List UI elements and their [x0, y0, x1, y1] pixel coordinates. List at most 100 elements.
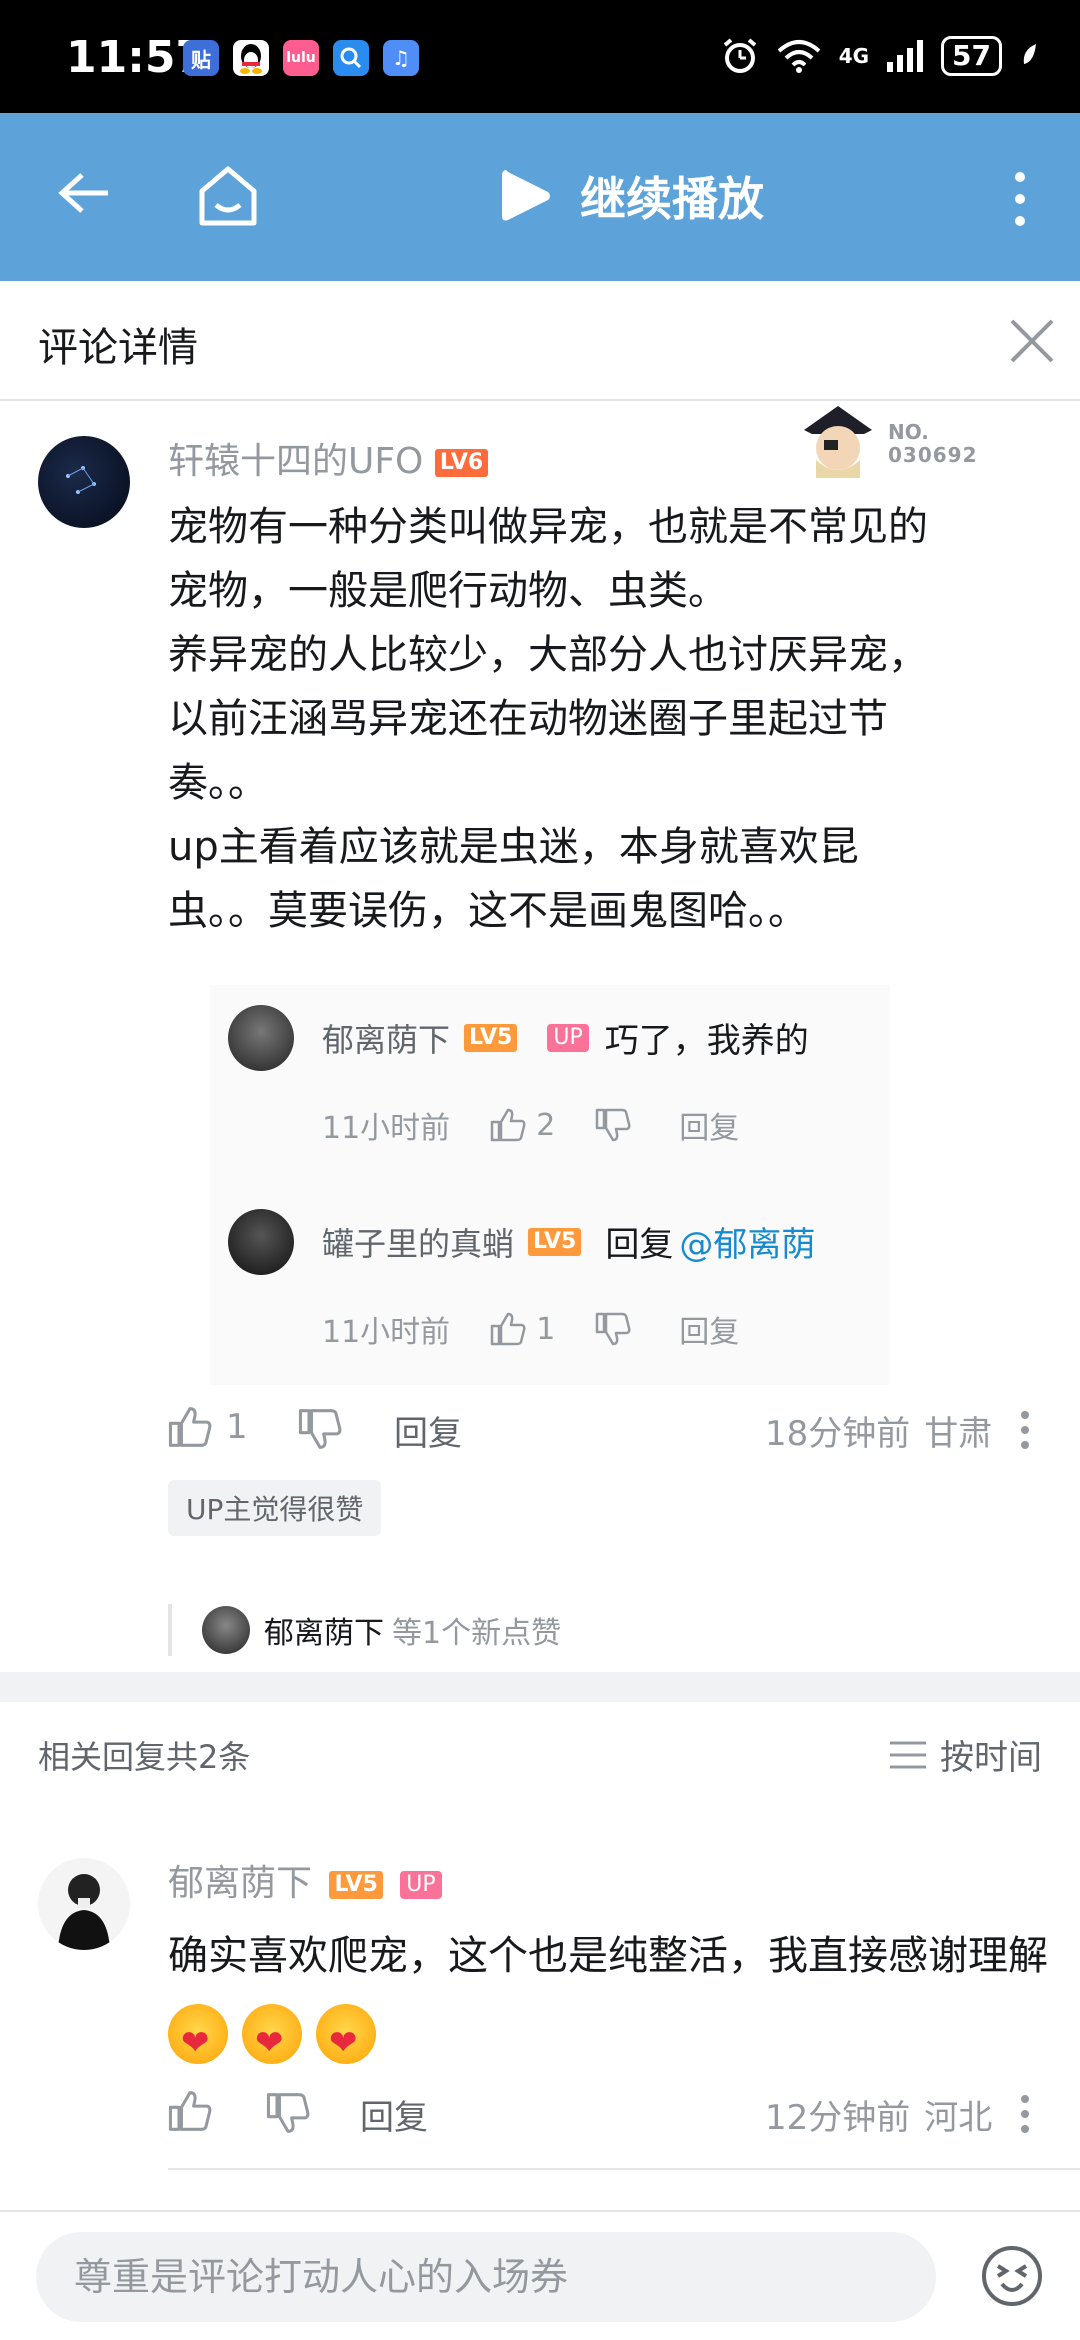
related-replies-bar: 相关回复共2条 按时间	[0, 1702, 1080, 1802]
avatar	[202, 1606, 250, 1654]
reply-author[interactable]: 郁离荫下 LV5 UP	[168, 1854, 442, 1906]
page-title: 评论详情	[38, 325, 198, 371]
level-badge: LV5	[329, 1871, 383, 1899]
up-tag: UP	[400, 1871, 442, 1899]
avatar	[228, 1005, 294, 1071]
sort-button[interactable]: 按时间	[890, 1730, 1042, 1779]
reply-button[interactable]: 回复	[360, 2090, 428, 2139]
music-app-icon: ♫	[383, 40, 419, 76]
hug-emoji-icon	[316, 2004, 376, 2064]
divider	[168, 2168, 1080, 2170]
fan-badge: NO. 030692	[800, 400, 1000, 478]
continue-play-button[interactable]: 继续播放	[500, 163, 764, 229]
username: 郁离荫下	[168, 1863, 313, 1904]
image-reply-time: 11小时前	[322, 1315, 451, 1350]
image-reply-action: 回复	[679, 1111, 740, 1146]
comment-input[interactable]: 尊重是评论打动人心的入场券	[36, 2232, 936, 2322]
image-reply-meta: 11小时前 1 回复	[322, 1307, 739, 1351]
comment-more-icon[interactable]	[1020, 1410, 1030, 1450]
image-reply-likes: 1	[536, 1311, 556, 1347]
sort-label: 按时间	[940, 1738, 1042, 1778]
qq-icon	[233, 40, 269, 76]
video-top-bar: 继续播放	[0, 113, 1080, 281]
image-reply-likes: 2	[536, 1107, 556, 1143]
hug-emoji-icon	[168, 2004, 228, 2064]
level-badge: LV5	[464, 1023, 518, 1052]
home-icon[interactable]	[196, 165, 260, 231]
comment-detail-header: 评论详情	[0, 281, 1080, 401]
list-icon	[890, 1741, 926, 1768]
fan-badge-character-icon	[804, 406, 872, 478]
image-reply-action: 回复	[679, 1315, 740, 1350]
comment-image[interactable]: 郁离荫下 LV5 UP 巧了，我养的 11小时前 2 回复 罐子里的真蛸 LV5…	[210, 985, 890, 1385]
comment-location: 甘肃	[924, 1414, 993, 1454]
more-menu-icon[interactable]	[1012, 171, 1028, 231]
image-reply-username: 罐子里的真蛸	[322, 1224, 515, 1263]
close-icon[interactable]	[1008, 317, 1056, 369]
related-count: 相关回复共2条	[38, 1738, 251, 1776]
thumb-up-icon	[490, 1312, 526, 1346]
fan-badge-label: NO.	[888, 420, 929, 444]
status-bar: 11:57 贴 lulu ♫ 4G 57	[0, 0, 1080, 113]
like-button[interactable]: 1	[168, 1406, 248, 1448]
image-reply-prefix: 回复	[605, 1225, 674, 1265]
thumb-up-icon	[168, 1407, 212, 1447]
leaf-icon	[1023, 44, 1036, 64]
search-app-icon	[333, 40, 369, 76]
network-type: 4G	[838, 44, 870, 68]
dislike-button[interactable]	[298, 1408, 342, 1450]
mention: @郁离荫	[679, 1225, 816, 1265]
section-divider	[0, 1672, 1080, 1702]
signal-icon	[887, 40, 924, 72]
thumb-down-icon	[266, 2093, 310, 2133]
status-app-icons: 贴 lulu ♫	[183, 40, 419, 76]
comment-author[interactable]: 轩辕十四的UFO LV6	[168, 432, 489, 484]
like-button[interactable]	[168, 2090, 212, 2132]
image-reply-username: 郁离荫下	[322, 1020, 451, 1059]
thumb-down-icon	[596, 1312, 631, 1346]
thumb-down-icon	[596, 1108, 631, 1142]
new-like-notice[interactable]: 郁离荫下 等1个新点赞	[168, 1604, 561, 1656]
app-icon: lulu	[283, 40, 319, 76]
continue-play-label: 继续播放	[580, 172, 764, 226]
image-reply-2: 罐子里的真蛸 LV5 回复 @郁离荫	[322, 1217, 815, 1266]
play-icon	[502, 170, 550, 221]
status-indicators: 4G 57	[721, 36, 1040, 76]
avatar[interactable]	[38, 1858, 130, 1950]
emoji-button-icon[interactable]	[980, 2244, 1044, 2312]
dislike-button[interactable]	[266, 2092, 310, 2134]
reply-time: 12分钟前	[765, 2098, 911, 2138]
reply-meta: 12分钟前 河北	[765, 2090, 992, 2139]
alarm-icon	[723, 38, 756, 73]
image-reply-text: 巧了，我养的	[604, 1021, 809, 1061]
comment-meta: 18分钟前 甘肃	[765, 1406, 992, 1455]
fan-badge-number: 030692	[888, 443, 978, 467]
up-liked-tag: UP主觉得很赞	[168, 1480, 382, 1536]
comment-text: 宠物有一种分类叫做异宠，也就是不常见的 宠物，一般是爬行动物、虫类。 养异宠的人…	[168, 504, 928, 934]
tieba-icon: 贴	[183, 40, 219, 76]
thumb-down-icon	[298, 1409, 342, 1449]
reply-text: 确实喜欢爬宠，这个也是纯整活，我直接感谢理解	[168, 1933, 1048, 1979]
username: 轩辕十四的UFO	[168, 441, 424, 482]
image-reply-1: 郁离荫下 LV5 UP 巧了，我养的	[322, 1013, 809, 1062]
thumb-up-icon	[168, 2091, 212, 2131]
comment-time: 18分钟前	[765, 1414, 911, 1454]
battery-indicator: 57	[941, 36, 1002, 76]
reply-button[interactable]: 回复	[394, 1406, 462, 1455]
back-arrow-icon[interactable]	[58, 171, 110, 219]
level-badge: LV5	[528, 1227, 582, 1256]
avatar[interactable]	[38, 436, 130, 528]
hug-emoji-icon	[242, 2004, 302, 2064]
comment-input-bar: 尊重是评论打动人心的入场券	[0, 2210, 1080, 2340]
like-notice-suffix: 等1个新点赞	[392, 1616, 562, 1651]
thumb-up-icon	[490, 1108, 526, 1142]
wifi-icon	[777, 40, 821, 73]
like-count: 1	[226, 1407, 248, 1447]
avatar	[228, 1209, 294, 1275]
reply-location: 河北	[924, 2098, 993, 2138]
like-notice-user: 郁离荫下	[264, 1616, 384, 1651]
image-reply-meta: 11小时前 2 回复	[322, 1103, 739, 1147]
reply-more-icon[interactable]	[1020, 2094, 1030, 2134]
reply-text-block: 确实喜欢爬宠，这个也是纯整活，我直接感谢理解	[168, 1918, 1048, 2070]
up-tag: UP	[547, 1023, 589, 1052]
